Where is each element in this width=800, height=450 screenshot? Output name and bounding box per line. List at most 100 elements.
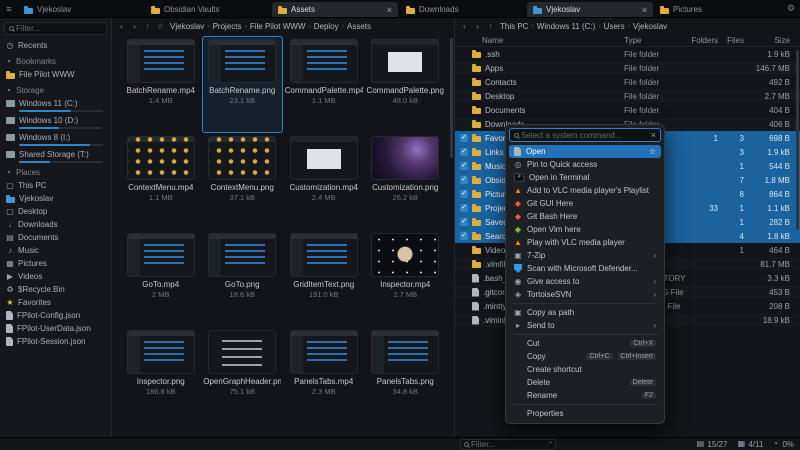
sidebar-filter[interactable] — [4, 22, 107, 35]
drive-row[interactable]: Shared Storage (T:) — [0, 148, 111, 161]
up-icon[interactable]: ↑ — [142, 20, 153, 32]
menu-item-open[interactable]: Open☆ — [509, 145, 661, 158]
grid-item-commandpalette-mp4[interactable]: CommandPalette.mp41.1 MB — [283, 36, 365, 133]
table-row-contacts[interactable]: ContactsFile folder492 B — [455, 75, 800, 89]
sidebar-item-favorites[interactable]: ★Favorites — [0, 296, 111, 309]
regex-toggle-icon[interactable]: .* — [547, 441, 552, 448]
grid-item-batchrename-mp4[interactable]: BatchRename.mp41.4 MB — [120, 36, 202, 133]
row-checkbox[interactable]: ✓ — [460, 232, 468, 240]
grid-item-opengraphheader-png[interactable]: OpenGraphHeader.png75.1 kB — [202, 327, 284, 424]
tab-pictures[interactable]: Pictures — [654, 2, 780, 17]
sidebar-item-recents[interactable]: ◷Recents — [0, 39, 111, 52]
table-row-desktop[interactable]: DesktopFile folder2.7 MB — [455, 89, 800, 103]
bookmark-icon[interactable]: ☆ — [155, 20, 166, 32]
favorite-star-icon[interactable]: ☆ — [649, 147, 656, 156]
forward-icon[interactable]: › — [129, 20, 140, 32]
sidebar-item-this-pc[interactable]: ▢This PC — [0, 179, 111, 192]
sidebar-item-recycle-bin[interactable]: ♻$Recycle.Bin — [0, 283, 111, 296]
menu-item-git-gui-here[interactable]: ◆Git GUI Here — [509, 197, 661, 210]
grid-item-batchrename-png[interactable]: BatchRename.png23.1 kB — [202, 36, 284, 133]
sidebar-item-vjekoslav[interactable]: Vjekoslav — [0, 192, 111, 205]
menu-item-scan-with-microsoft-defender[interactable]: Scan with Microsoft Defender... — [509, 262, 661, 275]
table-row-ssh[interactable]: .sshFile folder1.9 kB — [455, 47, 800, 61]
grid-item-commandpalette-png[interactable]: CommandPalette.png48.0 kB — [365, 36, 447, 133]
sidebar-item-windows-8-i[interactable]: Windows 8 (I:) — [0, 131, 111, 146]
close-tab-icon[interactable]: × — [387, 5, 392, 15]
grid-item-inspector-mp4[interactable]: Inspector.mp42.7 MB — [365, 230, 447, 327]
tab-obsidian-vaults[interactable]: Obsidian Vaults — [145, 2, 271, 17]
tab-assets[interactable]: Assets× — [272, 2, 398, 17]
grid-item-panelstabs-png[interactable]: PanelsTabs.png34.8 kB — [365, 327, 447, 424]
close-icon[interactable]: × — [651, 130, 656, 140]
back-icon[interactable]: ‹ — [116, 20, 127, 32]
menu-item-open-vim-here[interactable]: ◆Open Vim here — [509, 223, 661, 236]
sidebar-item-downloads[interactable]: ↓Downloads — [0, 218, 111, 231]
grid-item-inspector-png[interactable]: Inspector.png186.8 kB — [120, 327, 202, 424]
menu-item-rename[interactable]: RenameF2 — [509, 389, 661, 402]
sidebar-item-pictures[interactable]: ▦Pictures — [0, 257, 111, 270]
up-icon[interactable]: ↑ — [485, 20, 496, 32]
sidebar-item-fpilot-userdata-json[interactable]: FPilot-UserData.json — [0, 322, 111, 335]
sidebar-item-file-pilot-www[interactable]: File Pilot WWW — [0, 68, 111, 81]
sidebar-item-fpilot-config-json[interactable]: FPilot-Config.json — [0, 309, 111, 322]
sidebar-item-windows-11-c[interactable]: Windows 11 (C:) — [0, 97, 111, 112]
menu-item-copy[interactable]: CopyCtrl+CCtrl+Insert — [509, 350, 661, 363]
tab-vjekoslav[interactable]: Vjekoslav× — [527, 2, 653, 17]
sidebar-item-music[interactable]: ♪Music — [0, 244, 111, 257]
drive-row[interactable]: Windows 10 (D:) — [0, 114, 111, 127]
column-header-type[interactable]: Type — [624, 36, 686, 45]
grid-item-contextmenu-mp4[interactable]: ContextMenu.mp41.1 MB — [120, 133, 202, 230]
sidebar-item-desktop[interactable]: ▢Desktop — [0, 205, 111, 218]
menu-item-play-with-vlc-media-player[interactable]: ▲Play with VLC media player — [509, 236, 661, 249]
row-checkbox[interactable]: ✓ — [460, 190, 468, 198]
breadcrumb-assets[interactable]: Assets — [347, 22, 371, 31]
table-row-apps[interactable]: AppsFile folder146.7 MB — [455, 61, 800, 75]
breadcrumb-file-pilot-www[interactable]: File Pilot WWW — [250, 22, 306, 31]
grid-item-griditemtext-png[interactable]: GridItemText.png191.0 kB — [283, 230, 365, 327]
sidebar-item-fpilot-session-json[interactable]: FPilot-Session.json — [0, 335, 111, 348]
sidebar-item-documents[interactable]: ▤Documents — [0, 231, 111, 244]
menu-item-pin-to-quick-access[interactable]: ◎Pin to Quick access — [509, 158, 661, 171]
menu-item-give-access-to[interactable]: ◉Give access to› — [509, 275, 661, 288]
sidebar-item-videos[interactable]: ▶Videos — [0, 270, 111, 283]
sidebar-item-windows-10-d[interactable]: Windows 10 (D:) — [0, 114, 111, 129]
sidebar-section-places[interactable]: ▾Places — [0, 166, 111, 179]
menu-item-create-shortcut[interactable]: Create shortcut — [509, 363, 661, 376]
menu-item-git-bash-here[interactable]: ◆Git Bash Here — [509, 210, 661, 223]
menu-item-open-in-terminal[interactable]: >Open in Terminal — [509, 171, 661, 184]
close-tab-icon[interactable]: × — [642, 5, 647, 15]
breadcrumb-projects[interactable]: Projects — [213, 22, 242, 31]
menu-item-7-zip[interactable]: ▣7-Zip› — [509, 249, 661, 262]
column-header-folders[interactable]: Folders — [686, 36, 718, 45]
row-checkbox[interactable]: ✓ — [460, 204, 468, 212]
context-menu-search-input[interactable] — [521, 131, 648, 140]
grid-item-customization-mp4[interactable]: Customization.mp42.4 MB — [283, 133, 365, 230]
sidebar-section-storage[interactable]: ▾Storage — [0, 84, 111, 97]
back-icon[interactable]: ‹ — [459, 20, 470, 32]
menu-item-properties[interactable]: Properties — [509, 407, 661, 420]
menu-item-copy-as-path[interactable]: ▣Copy as path — [509, 306, 661, 319]
menu-item-cut[interactable]: CutCtrl+X — [509, 337, 661, 350]
settings-gear-icon[interactable]: ⚙ — [782, 0, 800, 17]
row-checkbox[interactable]: ✓ — [460, 176, 468, 184]
row-checkbox[interactable]: ✓ — [460, 148, 468, 156]
forward-icon[interactable]: › — [472, 20, 483, 32]
sidebar-section-bookmarks[interactable]: ▾Bookmarks — [0, 55, 111, 68]
column-header-files[interactable]: Files — [718, 36, 744, 45]
bottom-filter[interactable]: .* — [460, 439, 556, 450]
middle-scrollbar[interactable] — [450, 36, 453, 435]
row-checkbox[interactable]: ✓ — [460, 218, 468, 226]
menu-item-send-to[interactable]: ▸Send to› — [509, 319, 661, 332]
tab-downloads[interactable]: Downloads — [400, 2, 526, 17]
app-menu-icon[interactable]: ≡ — [0, 0, 18, 17]
breadcrumb-deploy[interactable]: Deploy — [314, 22, 339, 31]
row-checkbox[interactable]: ✓ — [460, 162, 468, 170]
bottom-filter-input[interactable] — [471, 440, 547, 449]
drive-row[interactable]: Windows 11 (C:) — [0, 97, 111, 110]
grid-item-customization-png[interactable]: Customization.png26.2 kB — [365, 133, 447, 230]
breadcrumb-this-pc[interactable]: This PC — [500, 22, 528, 31]
grid-item-contextmenu-png[interactable]: ContextMenu.png37.1 kB — [202, 133, 284, 230]
column-header-size[interactable]: Size — [744, 36, 790, 45]
breadcrumb-windows-11-c[interactable]: Windows 11 (C:) — [537, 22, 596, 31]
menu-item-tortoisesvn[interactable]: ◈TortoiseSVN› — [509, 288, 661, 301]
